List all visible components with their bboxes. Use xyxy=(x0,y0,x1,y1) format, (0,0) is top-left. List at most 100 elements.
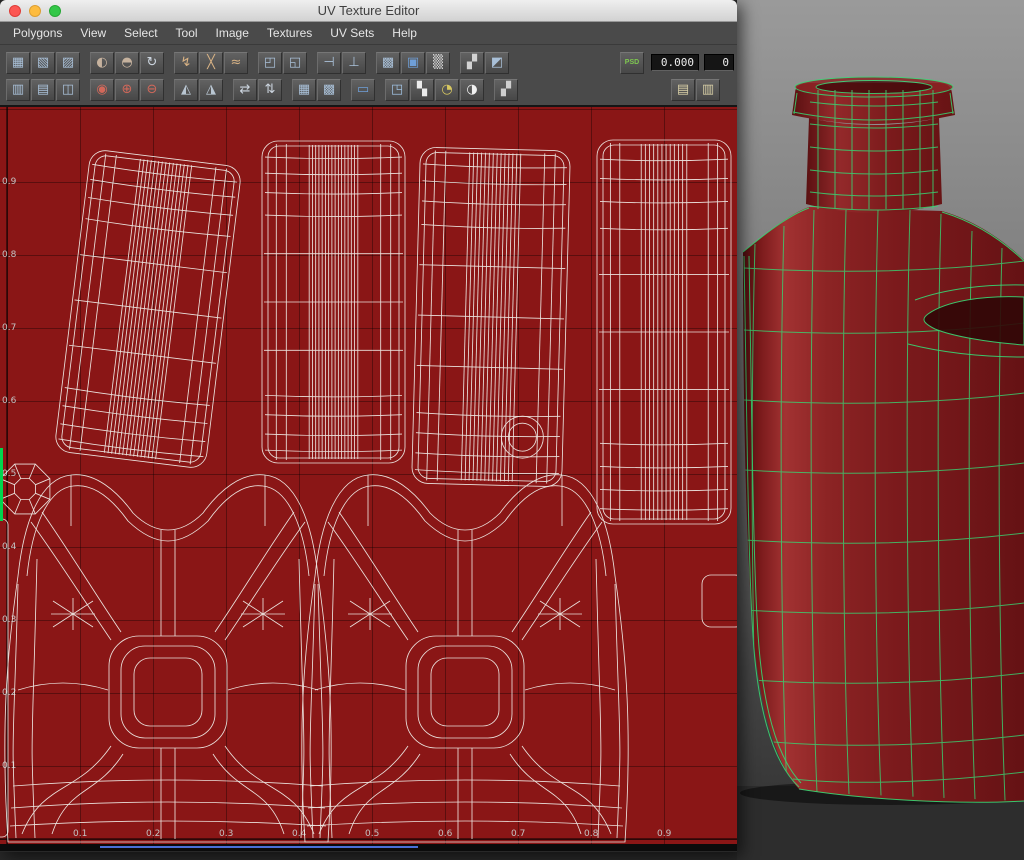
isolate-add-button[interactable]: ⊕ xyxy=(115,78,139,101)
isolate-remove-button[interactable]: ⊖ xyxy=(140,78,164,101)
grid-all-icon: ▦ xyxy=(297,82,311,97)
uv-select-tool-button[interactable]: ◫ xyxy=(56,78,80,101)
texture-borders-button[interactable]: ◩ xyxy=(485,51,509,74)
split-uvs-button[interactable]: ╳ xyxy=(199,51,223,74)
transform-value-field-2[interactable]: 0 xyxy=(704,54,734,71)
move-v-button[interactable]: ⇅ xyxy=(258,78,282,101)
layout-uvs-button[interactable]: ◰ xyxy=(258,51,282,74)
unfold-icon: ◱ xyxy=(288,55,302,70)
v-axis-indicator xyxy=(0,448,3,521)
menu-view[interactable]: View xyxy=(71,22,115,45)
grid-snap-icon: ▩ xyxy=(381,55,395,70)
paste-value-button[interactable]: ▥ xyxy=(696,78,720,101)
uv-grid xyxy=(0,107,737,844)
shade-checker-icon: ▞ xyxy=(467,55,477,70)
sew-uvs-button[interactable]: ≈ xyxy=(224,51,248,74)
copy-value-button[interactable]: ▤ xyxy=(671,78,695,101)
u-axis-tick: 0.7 xyxy=(511,829,526,839)
transform-value-field[interactable]: 0.000 xyxy=(651,54,699,71)
flip-u-button[interactable]: ◐ xyxy=(90,51,114,74)
window-titlebar[interactable]: UV Texture Editor xyxy=(0,0,737,22)
flip-shell-button[interactable]: ◭ xyxy=(174,78,198,101)
menu-tool[interactable]: Tool xyxy=(167,22,207,45)
copy-stack-icon: ◳ xyxy=(390,82,404,97)
scroll-indicator[interactable] xyxy=(100,846,418,848)
uv-lattice-tool-button[interactable]: ▦ xyxy=(6,51,30,74)
menu-image[interactable]: Image xyxy=(207,22,258,45)
window-title: UV Texture Editor xyxy=(317,3,420,18)
v-axis-tick: 0.9 xyxy=(2,177,17,187)
menu-bar: Polygons View Select Tool Image Textures UV Se… xyxy=(0,22,737,45)
flip-v-button[interactable]: ◓ xyxy=(115,51,139,74)
uv-move-tool-button[interactable]: ▧ xyxy=(31,51,55,74)
toolbar-row-1: ▦ ▧ ▨ ◐ ◓ ↻ ↯ ╳ ≈ ◰ ◱ ⊣ ⊥ ▩ ▣ ▒ ▞ ◩ PSD xyxy=(6,49,737,76)
isolate-view-icon: ◉ xyxy=(96,82,108,97)
align-bottom-icon: ⊥ xyxy=(348,55,360,70)
create-psd-button[interactable]: PSD xyxy=(620,51,644,74)
rotate-shell-button[interactable]: ◮ xyxy=(199,78,223,101)
arrows-horizontal-icon: ⇄ xyxy=(239,82,251,97)
menu-uv-sets[interactable]: UV Sets xyxy=(321,22,383,45)
v-axis-tick: 0.8 xyxy=(2,250,17,260)
tile-checker-button[interactable]: ▞ xyxy=(494,78,518,101)
align-u-button[interactable]: ⊣ xyxy=(317,51,341,74)
menu-textures[interactable]: Textures xyxy=(258,22,321,45)
u-axis-tick: 0.4 xyxy=(292,829,307,839)
image-range-icon: ▭ xyxy=(356,82,370,97)
menu-help[interactable]: Help xyxy=(383,22,426,45)
u-axis-tick: 0.8 xyxy=(584,829,599,839)
window-bottom-bar xyxy=(0,844,737,851)
dither-image-button[interactable]: ▒ xyxy=(426,51,450,74)
shade-uvs-button[interactable]: ▞ xyxy=(460,51,484,74)
u-axis-tick: 0.9 xyxy=(657,829,672,839)
alpha-circle-icon: ◑ xyxy=(466,82,478,97)
dither-icon: ▒ xyxy=(433,55,443,70)
grid-uvs-button[interactable]: ▦ xyxy=(292,78,316,101)
rgb-circle-icon: ◔ xyxy=(441,82,453,97)
checker-display-button[interactable]: ▚ xyxy=(410,78,434,101)
isolate-select-button[interactable]: ◉ xyxy=(90,78,114,101)
uv-scale-tool-button[interactable]: ▤ xyxy=(31,78,55,101)
pixel-snap-button[interactable]: ▩ xyxy=(317,78,341,101)
rgb-channels-button[interactable]: ◔ xyxy=(435,78,459,101)
alpha-channel-button[interactable]: ◑ xyxy=(460,78,484,101)
checker-icon: ▚ xyxy=(417,82,427,97)
border-edges-icon: ◩ xyxy=(490,55,504,70)
align-left-icon: ⊣ xyxy=(323,55,335,70)
uv-smudge-tool-button[interactable]: ▨ xyxy=(56,51,80,74)
snap-grid-button[interactable]: ▩ xyxy=(376,51,400,74)
align-v-button[interactable]: ⊥ xyxy=(342,51,366,74)
rotate-triangle-icon: ◮ xyxy=(206,82,216,97)
toolbar-row-2: ▥ ▤ ◫ ◉ ⊕ ⊖ ◭ ◮ ⇄ ⇅ ▦ ▩ ▭ ◳ ▚ ◔ ◑ ▞ ▤ ▥ xyxy=(6,76,737,103)
v-axis-tick: 0.5 xyxy=(2,469,17,479)
uv-rotate-tool-button[interactable]: ▥ xyxy=(6,78,30,101)
cut-uvs-button[interactable]: ↯ xyxy=(174,51,198,74)
rotate-grid-icon: ▥ xyxy=(11,82,25,97)
scale-grid-icon: ▤ xyxy=(36,82,50,97)
image-range-button[interactable]: ▭ xyxy=(351,78,375,101)
isolate-remove-icon: ⊖ xyxy=(146,82,158,97)
maya-workspace: UV Texture Editor Polygons View Select Tool… xyxy=(0,0,1024,860)
rotate-uvs-button[interactable]: ↻ xyxy=(140,51,164,74)
v-axis-tick: 0.2 xyxy=(2,688,17,698)
menu-polygons[interactable]: Polygons xyxy=(4,22,71,45)
v-axis-tick: 0.3 xyxy=(2,615,17,625)
display-image-button[interactable]: ▣ xyxy=(401,51,425,74)
lattice-grid-icon: ▦ xyxy=(11,55,25,70)
flip-u-icon: ◐ xyxy=(96,55,108,70)
minimize-button[interactable] xyxy=(29,5,41,17)
flip-triangle-icon: ◭ xyxy=(181,82,191,97)
menu-select[interactable]: Select xyxy=(115,22,166,45)
close-button[interactable] xyxy=(9,5,21,17)
v-axis-tick: 0.6 xyxy=(2,396,17,406)
cut-edges-icon: ↯ xyxy=(180,55,192,70)
move-u-button[interactable]: ⇄ xyxy=(233,78,257,101)
zoom-button[interactable] xyxy=(49,5,61,17)
pixel-grid-icon: ▩ xyxy=(322,82,336,97)
copy-uvs-button[interactable]: ◳ xyxy=(385,78,409,101)
unfold-uvs-button[interactable]: ◱ xyxy=(283,51,307,74)
v-axis-tick: 0.1 xyxy=(2,761,17,771)
isolate-add-icon: ⊕ xyxy=(121,82,133,97)
uv-canvas[interactable]: 0.9 0.8 0.7 0.6 0.5 0.4 0.3 0.2 0.1 0.1 0.2 0.3 0.4… xyxy=(0,107,737,844)
sew-edges-icon: ≈ xyxy=(230,55,242,70)
